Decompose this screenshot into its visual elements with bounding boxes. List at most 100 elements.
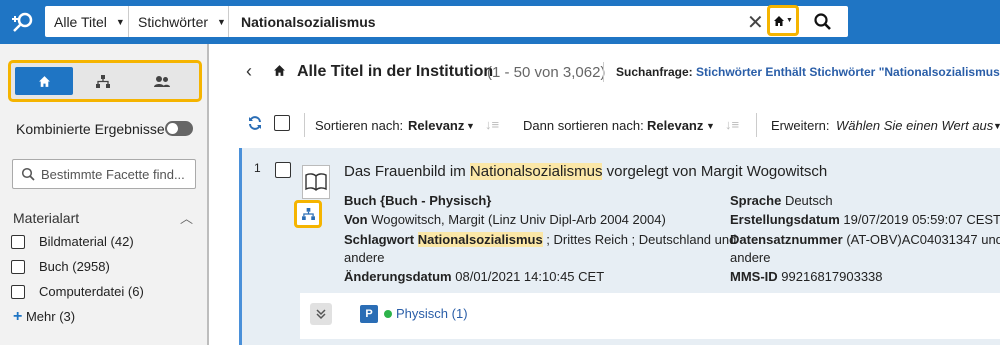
sort-direction-icon[interactable]: ↓≡ (485, 117, 499, 132)
divider (603, 62, 604, 82)
select-all-checkbox[interactable] (274, 115, 290, 131)
sort-direction-icon[interactable]: ↓≡ (725, 117, 739, 132)
facet-item-bildmaterial[interactable]: Bildmaterial (42) (11, 234, 134, 249)
chevron-up-icon[interactable]: ︿ (180, 208, 193, 227)
recordnr-label: Datensatznummer (730, 232, 843, 247)
scope-select-label: Alle Titel (54, 13, 107, 30)
record-language: Sprache Deutsch (730, 193, 833, 208)
expand-chevron-icon[interactable] (310, 303, 332, 325)
modified-label: Änderungsdatum (344, 269, 452, 284)
facet-search-input[interactable]: Bestimmte Facette find... (12, 159, 196, 189)
page-title: Alle Titel in der Institution (297, 63, 494, 80)
results-toolbar: Sortieren nach: Relevanz ▼ ↓≡ Dann sorti… (209, 104, 1000, 146)
record-type-value: Buch {Buch - Physisch} (344, 193, 492, 208)
caret-down-icon: ▼ (115, 16, 125, 27)
home-scope-button[interactable]: ▼ (767, 5, 799, 36)
facet-item-computerdatei[interactable]: Computerdatei (6) (11, 284, 144, 299)
sort-select[interactable]: Relevanz (408, 118, 464, 133)
facet-checkbox[interactable] (11, 234, 25, 249)
author-value: Wogowitsch, Margit (Linz Univ Dipl-Arb 2… (371, 212, 666, 227)
mmsid-label: MMS-ID (730, 269, 778, 284)
facet-group-title: Materialart (13, 210, 80, 226)
query-label: Suchanfrage: (616, 65, 693, 79)
field-select[interactable]: Stichwörter ▼ (129, 6, 229, 37)
search-icon[interactable] (813, 12, 833, 32)
divider (756, 113, 757, 137)
divider (304, 113, 305, 137)
then-sort-select[interactable]: Relevanz (647, 118, 703, 133)
modified-value: 08/01/2021 14:10:45 CET (455, 269, 605, 284)
holdings-panel: P Physisch (1) (300, 293, 1000, 339)
users-icon (154, 75, 170, 87)
author-label: Von (344, 212, 368, 227)
view-switcher (8, 60, 202, 102)
subject-label: Schlagwort (344, 232, 415, 247)
caret-down-icon: ▼ (217, 16, 226, 27)
more-facets-label: Mehr (3) (25, 309, 76, 324)
book-icon[interactable] (302, 165, 330, 199)
expand-label: Erweitern: (771, 118, 830, 133)
subject-continuation: andere (344, 250, 385, 265)
physical-holdings-link[interactable]: Physisch (1) (396, 306, 468, 321)
hierarchy-view-button[interactable] (74, 67, 132, 95)
physical-badge: P (360, 305, 378, 323)
scope-select[interactable]: Alle Titel ▼ (45, 6, 129, 37)
home-icon (274, 65, 285, 76)
record-title-highlight: Nationalsozialismus (469, 163, 603, 180)
caret-down-icon[interactable]: ▼ (993, 121, 1000, 131)
facet-item-label: Bildmaterial (42) (39, 234, 134, 249)
record-type: Buch {Buch - Physisch} (344, 193, 491, 208)
combined-results-toggle[interactable] (165, 121, 193, 136)
users-view-button[interactable] (133, 67, 191, 95)
hierarchy-icon[interactable] (294, 200, 322, 228)
language-label: Sprache (730, 193, 782, 208)
result-record: 1 Das Frauenbild im Nationalsozialismus … (239, 148, 1000, 345)
search-icon (21, 167, 35, 181)
top-bar: Alle Titel ▼ Stichwörter ▼ Nationalsozia… (0, 0, 1000, 44)
record-checkbox[interactable] (275, 162, 291, 178)
record-title-part: Das Frauenbild im (344, 163, 470, 180)
back-chevron-icon[interactable]: ‹ (246, 61, 252, 82)
record-created: Erstellungsdatum 19/07/2019 05:59:07 CES… (730, 212, 1000, 227)
facet-item-label: Buch (2958) (39, 259, 110, 274)
record-title-part: vorgelegt von Margit Wogowitsch (602, 163, 828, 180)
subject-highlight: Nationalsozialismus (417, 232, 543, 247)
record-modified: Änderungsdatum 08/01/2021 14:10:45 CET (344, 269, 604, 284)
sort-label: Sortieren nach: (315, 118, 404, 133)
record-title[interactable]: Das Frauenbild im Nationalsozialismus vo… (344, 163, 827, 180)
expand-select[interactable]: Wählen Sie einen Wert aus (836, 118, 993, 133)
search-box: Alle Titel ▼ Stichwörter ▼ Nationalsozia… (45, 5, 848, 37)
subject-rest: ; Drittes Reich ; Deutschland und (542, 232, 737, 247)
combined-results-label: Kombinierte Ergebnisse (16, 121, 165, 137)
created-value: 19/07/2019 05:59:07 CEST (843, 212, 1000, 227)
app-logo-icon[interactable] (10, 9, 36, 35)
search-input[interactable]: Nationalsozialismus (241, 14, 376, 30)
record-number-id: Datensatznummer (AT-OBV)AC04031347 und (730, 232, 1000, 247)
facet-checkbox[interactable] (11, 284, 25, 299)
query-value[interactable]: Stichwörter Enthält Stichwörter "Nationa… (696, 65, 1000, 79)
record-number: 1 (254, 161, 261, 175)
toggle-knob (167, 123, 178, 134)
facet-sidebar: Kombinierte Ergebnisse Bestimmte Facette… (0, 44, 209, 345)
field-select-label: Stichwörter (138, 13, 209, 30)
result-count: (1 - 50 von 3,062) (487, 64, 606, 81)
clear-icon[interactable]: ✕ (747, 10, 764, 35)
plus-icon: + (13, 308, 23, 325)
caret-down-icon[interactable]: ▼ (466, 121, 475, 131)
recordnr-continuation: andere (730, 250, 771, 265)
record-subject: Schlagwort Nationalsozialismus ; Drittes… (344, 232, 736, 247)
facet-checkbox[interactable] (11, 259, 25, 274)
home-view-button[interactable] (15, 67, 73, 95)
home-icon (774, 15, 785, 26)
language-value: Deutsch (784, 193, 833, 208)
caret-down-icon: ▼ (786, 17, 793, 24)
home-icon (38, 75, 50, 87)
created-label: Erstellungsdatum (730, 212, 840, 227)
facet-item-label: Computerdatei (6) (39, 284, 144, 299)
facet-item-buch[interactable]: Buch (2958) (11, 259, 110, 274)
then-sort-label: Dann sortieren nach: (523, 118, 644, 133)
caret-down-icon[interactable]: ▼ (706, 121, 715, 131)
refresh-icon[interactable] (248, 116, 262, 130)
record-author: Von Wogowitsch, Margit (Linz Univ Dipl-A… (344, 212, 666, 227)
more-facets-link[interactable]: + Mehr (3) (13, 308, 75, 326)
